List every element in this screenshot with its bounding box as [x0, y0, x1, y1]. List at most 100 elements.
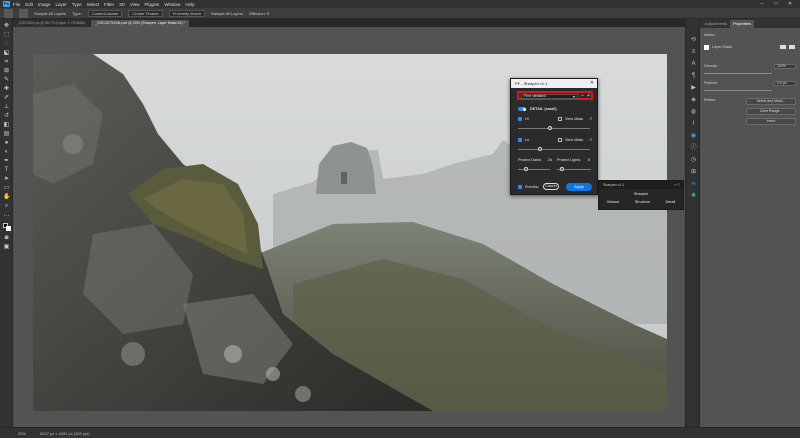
tab-document-1[interactable]: _DSC0000.ps @ 66.7% (Layer 1, RGB/8#): [13, 20, 90, 27]
history-brush-tool-icon[interactable]: ↺: [3, 113, 10, 119]
lasso-tool-icon[interactable]: ◌: [3, 41, 10, 47]
pen-tool-icon[interactable]: ✒: [3, 158, 10, 164]
lo-slider-track[interactable]: [518, 149, 590, 150]
panel-menu-icon[interactable]: » ≡: [674, 181, 680, 189]
preset-dropdown[interactable]: Fine detailed ▾: [521, 94, 578, 99]
feather-field[interactable]: 0.0 px: [774, 81, 796, 86]
hand-tool-icon[interactable]: ✋: [3, 194, 10, 200]
hi-slider-knob[interactable]: [548, 126, 553, 130]
home-icon[interactable]: [4, 8, 13, 18]
protect-darks-track[interactable]: [518, 169, 550, 170]
menu-layer[interactable]: Layer: [56, 2, 67, 7]
marquee-tool-icon[interactable]: ⬚: [3, 32, 10, 38]
shape-tool-icon[interactable]: ▭: [3, 185, 10, 191]
clock-icon[interactable]: ◷: [690, 157, 697, 163]
eyedropper-tool-icon[interactable]: ✎: [3, 77, 10, 83]
blur-tool-icon[interactable]: ●: [3, 140, 10, 146]
density-field[interactable]: 100%: [774, 64, 796, 69]
maximize-button[interactable]: □: [769, 0, 783, 8]
lo-checkbox[interactable]: [518, 138, 522, 142]
protect-lights-knob[interactable]: [560, 167, 565, 171]
preview-checkbox[interactable]: [518, 185, 522, 189]
layers-icon[interactable]: ◈: [690, 97, 697, 103]
view-mask-checkbox-2[interactable]: [558, 138, 562, 142]
dodge-tool-icon[interactable]: ◐: [3, 149, 10, 155]
view-mask-checkbox-1[interactable]: [558, 117, 562, 121]
close-window-button[interactable]: ✕: [783, 0, 797, 8]
extension-icon[interactable]: ✚: [690, 193, 697, 199]
menu-help[interactable]: Help: [185, 2, 194, 7]
spot-healing-brush-icon[interactable]: [19, 8, 28, 18]
brush-tool-icon[interactable]: ✐: [3, 95, 10, 101]
mask-mode-button-1[interactable]: [780, 45, 786, 49]
type-tool-icon[interactable]: T: [3, 167, 10, 173]
create-texture-button[interactable]: Create Texture: [128, 9, 163, 17]
hi-slider-track[interactable]: [518, 128, 590, 129]
menu-3d[interactable]: 3D: [119, 2, 125, 7]
tab-document-2[interactable]: _DSC2573-Edit.psd @ 25% (Sharpen, Layer …: [91, 20, 189, 27]
density-slider[interactable]: [704, 73, 772, 74]
tab-adjustments[interactable]: Adjustments: [702, 20, 730, 28]
paths-icon[interactable]: ⌇: [690, 121, 697, 127]
gradient-tool-icon[interactable]: ▤: [3, 131, 10, 137]
healing-brush-tool-icon[interactable]: ✚: [3, 86, 10, 92]
navigator-icon[interactable]: ⊞: [690, 169, 697, 175]
more-tools-icon[interactable]: …: [3, 212, 10, 218]
quick-mask-icon[interactable]: ◙: [3, 235, 10, 241]
protect-darks-knob[interactable]: [524, 167, 528, 171]
document-info[interactable]: 6047 px x 4031 px (300 ppi): [40, 431, 90, 436]
proximity-match-button[interactable]: Proximity Match: [168, 9, 206, 17]
menu-edit[interactable]: Edit: [25, 2, 33, 7]
clone-stamp-tool-icon[interactable]: ⊥: [3, 104, 10, 110]
plugin-icon[interactable]: ◉: [690, 133, 697, 139]
dialog-titlebar[interactable]: PF - Sharpen v1.1 ✕: [511, 79, 597, 88]
add-preset-button[interactable]: +: [587, 93, 590, 99]
zoom-tool-icon[interactable]: ⌕: [3, 203, 10, 209]
option-sample-all-layers-2[interactable]: Sample All Layers: [211, 11, 243, 16]
feather-slider[interactable]: [704, 90, 772, 91]
channels-icon[interactable]: ◍: [690, 109, 697, 115]
sharpen-panel-header[interactable]: Sharpen v1.1 » ≡: [599, 181, 683, 189]
tab-properties[interactable]: Properties: [730, 20, 755, 28]
menu-plugins[interactable]: Plugins: [145, 2, 160, 7]
eraser-tool-icon[interactable]: ◧: [3, 122, 10, 128]
reset-lo-icon[interactable]: ↺: [589, 137, 592, 142]
info-icon[interactable]: ⓘ: [690, 145, 697, 151]
history-icon[interactable]: ⟲: [690, 37, 697, 43]
select-and-mask-button[interactable]: Select and Mask...: [746, 98, 796, 105]
menu-file[interactable]: File: [13, 2, 20, 7]
object-select-tool-icon[interactable]: ⬕: [3, 50, 10, 56]
tab-detail[interactable]: Detail: [666, 200, 676, 204]
dialog-close-button[interactable]: ✕: [590, 79, 594, 88]
menu-image[interactable]: Image: [38, 2, 51, 7]
mask-mode-button-2[interactable]: [789, 45, 795, 49]
menu-view[interactable]: View: [130, 2, 140, 7]
menu-select[interactable]: Select: [87, 2, 100, 7]
menu-type[interactable]: Type: [72, 2, 82, 7]
remove-preset-button[interactable]: –: [581, 93, 584, 99]
menu-filter[interactable]: Filter: [104, 2, 114, 7]
character-icon[interactable]: A: [690, 61, 697, 67]
color-range-button[interactable]: Color Range...: [746, 108, 796, 115]
hi-checkbox[interactable]: [518, 117, 522, 121]
cancel-button[interactable]: Cancel: [543, 183, 559, 190]
option-diffusion[interactable]: Diffusion: 5: [249, 11, 269, 16]
screen-mode-icon[interactable]: ▣: [3, 244, 10, 250]
content-aware-button[interactable]: Content-Aware: [87, 9, 123, 17]
paragraph-icon[interactable]: ¶: [690, 73, 697, 79]
invert-button[interactable]: Invert: [746, 118, 796, 125]
lo-slider-knob[interactable]: [537, 147, 542, 151]
glasses-icon[interactable]: ∞: [690, 181, 697, 187]
frame-tool-icon[interactable]: ⊠: [3, 68, 10, 74]
crop-tool-icon[interactable]: ⌗: [3, 59, 10, 65]
background-color-swatch[interactable]: [6, 226, 11, 231]
reset-hi-icon[interactable]: ↺: [589, 116, 592, 121]
properties-icon[interactable]: ≡: [690, 49, 697, 55]
zoom-level[interactable]: 25%: [18, 431, 26, 436]
actions-icon[interactable]: ▶: [690, 85, 697, 91]
option-sample-all-layers[interactable]: Sample All Layers: [34, 11, 66, 16]
minimize-button[interactable]: –: [755, 0, 769, 8]
mask-thumbnail[interactable]: [704, 45, 709, 50]
tab-volume[interactable]: Volume: [607, 200, 620, 204]
tab-structure[interactable]: Structure: [635, 200, 650, 204]
